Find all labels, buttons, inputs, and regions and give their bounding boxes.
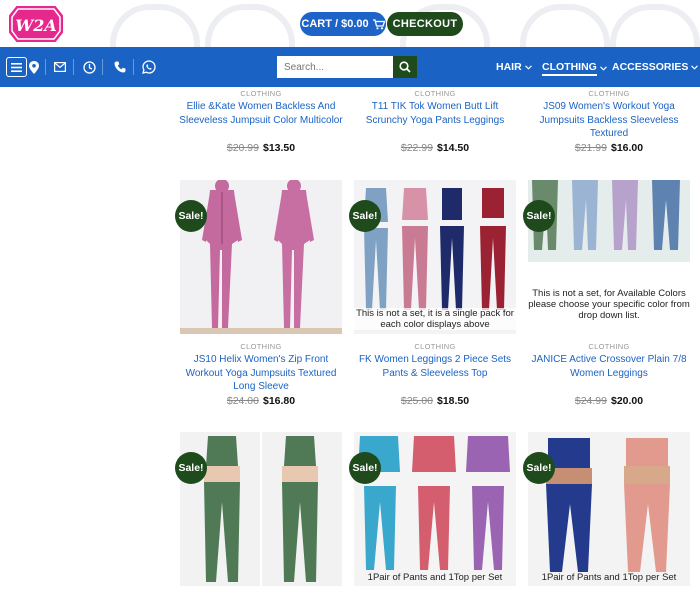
chevron-down-icon xyxy=(599,66,607,71)
hamburger-icon xyxy=(11,62,22,72)
nav-divider xyxy=(45,59,46,75)
original-price: $25.00 xyxy=(400,395,433,407)
image-caption: 1Pair of Pants and 1Top per Set xyxy=(367,572,503,583)
product-category: CLOTHING xyxy=(588,89,630,98)
product-image[interactable] xyxy=(180,180,342,334)
image-caption: 1Pair of Pants and 1Top per Set xyxy=(541,572,677,583)
chevron-down-icon xyxy=(691,64,699,70)
whatsapp-icon[interactable] xyxy=(142,59,156,75)
site-logo[interactable]: W2A xyxy=(6,3,66,45)
phone-icon[interactable] xyxy=(113,59,127,75)
product-category: CLOTHING xyxy=(240,89,282,98)
header-decoration xyxy=(520,4,610,47)
original-price: $22.99 xyxy=(400,142,433,154)
original-price: $24.99 xyxy=(574,395,607,407)
image-caption: This is not a set, for Available Colors … xyxy=(528,288,690,321)
product-title[interactable]: JS10 Helix Women's Zip Front Workout Yog… xyxy=(176,353,346,394)
sale-badge: Sale! xyxy=(349,452,381,484)
product-price: $24.99 $20.00 xyxy=(528,395,690,407)
search-bar xyxy=(277,56,417,78)
sale-badge: Sale! xyxy=(175,200,207,232)
nav-link-accessories[interactable]: ACCESSORIES xyxy=(612,61,699,73)
original-price: $24.00 xyxy=(226,395,259,407)
product-title[interactable]: JS09 Women's Workout Yoga Jumpsuits Back… xyxy=(524,100,694,141)
sale-price: $14.50 xyxy=(437,142,470,154)
product-image[interactable]: 1Pair of Pants and 1Top per Set xyxy=(354,432,516,586)
search-icon xyxy=(399,61,411,73)
sale-price: $13.50 xyxy=(263,142,296,154)
nav-divider xyxy=(133,59,134,75)
main-navigation: HAIR CLOTHING ACCESSORIES xyxy=(0,47,700,87)
header-decoration xyxy=(110,4,200,47)
product-title[interactable]: Ellie &Kate Women Backless And Sleeveles… xyxy=(176,100,346,127)
sale-price: $16.80 xyxy=(263,395,296,407)
sale-badge: Sale! xyxy=(523,200,555,232)
product-title[interactable]: T11 TIK Tok Women Butt Lift Scrunchy Yog… xyxy=(350,100,520,127)
product-category: CLOTHING xyxy=(414,342,456,351)
product-title[interactable]: FK Women Leggings 2 Piece Sets Pants & S… xyxy=(350,353,520,380)
product-price: $25.00 $18.50 xyxy=(354,395,516,407)
original-price: $21.99 xyxy=(574,142,607,154)
chevron-down-icon xyxy=(524,64,532,70)
nav-link-label: ACCESSORIES xyxy=(612,61,689,73)
product-category: CLOTHING xyxy=(588,342,630,351)
cart-label: CART / $0.00 xyxy=(301,18,369,30)
cart-button[interactable]: CART / $0.00 xyxy=(300,12,386,36)
nav-link-clothing[interactable]: CLOTHING xyxy=(542,61,607,76)
checkout-button[interactable]: CHECKOUT xyxy=(387,12,463,36)
nav-divider xyxy=(73,59,74,75)
header-decoration xyxy=(610,4,700,47)
sale-price: $18.50 xyxy=(437,395,470,407)
image-caption: This is not a set, it is a single pack f… xyxy=(354,308,516,330)
nav-divider xyxy=(102,59,103,75)
sale-badge: Sale! xyxy=(175,452,207,484)
nav-link-label: HAIR xyxy=(496,61,522,73)
sale-price: $16.00 xyxy=(611,142,644,154)
logo-text: W2A xyxy=(15,16,57,35)
header-decoration xyxy=(205,4,295,47)
search-input[interactable] xyxy=(277,56,393,78)
nav-link-label: CLOTHING xyxy=(542,61,597,76)
product-image[interactable]: 1Pair of Pants and 1Top per Set xyxy=(528,432,690,586)
email-icon[interactable] xyxy=(53,59,67,75)
product-price: $20.99 $13.50 xyxy=(180,142,342,154)
product-image[interactable]: This is not a set, it is a single pack f… xyxy=(354,180,516,334)
cart-icon xyxy=(372,18,385,29)
product-price: $21.99 $16.00 xyxy=(528,142,690,154)
search-button[interactable] xyxy=(393,56,417,78)
nav-link-hair[interactable]: HAIR xyxy=(496,61,532,73)
original-price: $20.99 xyxy=(226,142,259,154)
product-price: $24.00 $16.80 xyxy=(180,395,342,407)
product-category: CLOTHING xyxy=(240,342,282,351)
product-category: CLOTHING xyxy=(414,89,456,98)
product-price: $22.99 $14.50 xyxy=(354,142,516,154)
sale-badge: Sale! xyxy=(523,452,555,484)
top-header: W2A CART / $0.00 CHECKOUT xyxy=(0,0,700,47)
clock-icon[interactable] xyxy=(82,59,96,75)
product-image[interactable]: This is not a set, for Available Colors … xyxy=(528,180,690,334)
product-title[interactable]: JANICE Active Crossover Plain 7/8 Women … xyxy=(524,353,694,380)
product-image[interactable] xyxy=(180,432,342,586)
sale-badge: Sale! xyxy=(349,200,381,232)
location-icon[interactable] xyxy=(27,59,41,75)
menu-toggle-button[interactable] xyxy=(6,57,27,77)
sale-price: $20.00 xyxy=(611,395,644,407)
